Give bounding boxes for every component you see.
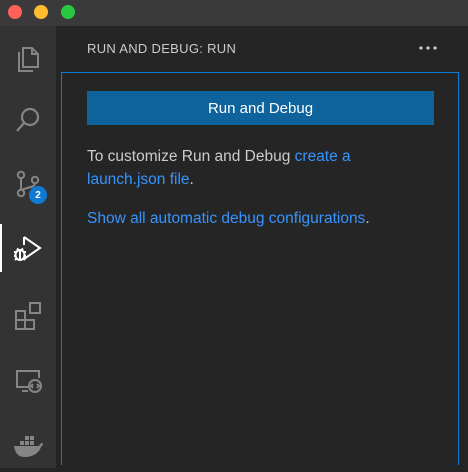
show-all-debug-configurations-link[interactable]: Show all automatic debug configurations [87,210,365,227]
title-bar [0,0,468,26]
activity-explorer[interactable] [0,30,56,86]
sidebar-header: RUN AND DEBUG: RUN [56,26,468,72]
run-debug-view: Run and Debug To customize Run and Debug… [61,72,459,465]
run-debug-sidebar: RUN AND DEBUG: RUN Run and Debug To cust… [56,26,468,468]
docker-icon [14,436,43,457]
show-all-message: Show all automatic debug configurations. [87,207,447,230]
search-icon [16,107,40,132]
customize-message: To customize Run and Debug create a laun… [87,145,427,191]
customize-text: To customize Run and Debug [87,148,295,165]
activity-docker[interactable] [0,416,56,472]
activity-remote-explorer[interactable] [0,352,56,408]
remote-explorer-icon [16,370,42,393]
source-control-badge: 2 [29,186,47,204]
sidebar-title: RUN AND DEBUG: RUN [87,41,237,56]
run-and-debug-button[interactable]: Run and Debug [87,91,434,125]
activity-source-control[interactable]: 2 [0,156,56,212]
minimize-window-button[interactable] [34,5,48,19]
more-actions-icon[interactable] [416,38,440,58]
customize-period: . [189,171,194,188]
explorer-icon [18,47,39,72]
extensions-icon [15,302,41,330]
show-all-period: . [365,210,370,227]
activity-run-debug[interactable] [0,220,56,276]
activity-bar: 2 [0,26,56,468]
maximize-window-button[interactable] [61,5,75,19]
activity-extensions[interactable] [0,288,56,344]
activity-search[interactable] [0,92,56,148]
run-debug-icon [14,236,42,261]
close-window-button[interactable] [8,5,22,19]
